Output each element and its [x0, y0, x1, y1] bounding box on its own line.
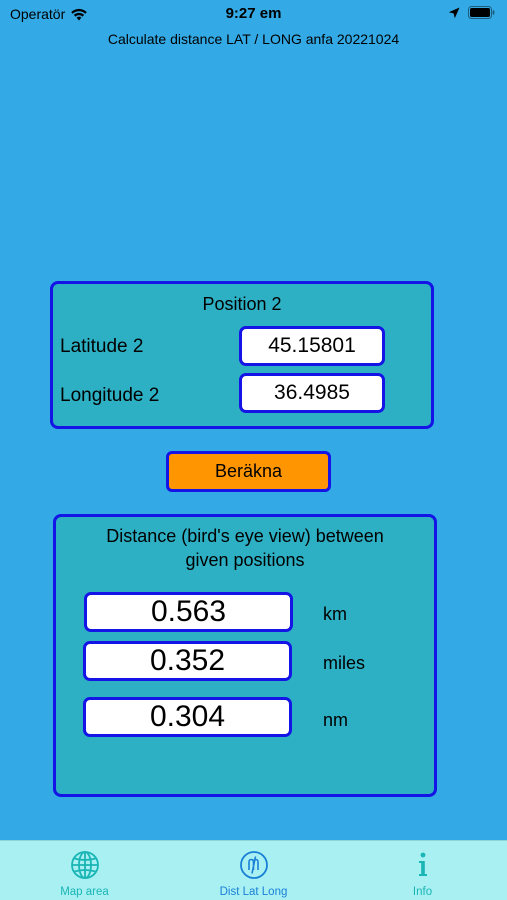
distance-heading-line2: given positions: [185, 550, 305, 570]
app-title: Calculate distance LAT / LONG anfa 20221…: [107, 31, 400, 47]
latitude-2-input[interactable]: 45.15801: [239, 326, 385, 366]
distance-nm-value: 0.304: [83, 697, 292, 737]
distance-heading-line1: Distance (bird's eye view) between: [106, 526, 384, 546]
clock: 9:27 em: [225, 5, 282, 22]
tab-info-label: Info: [412, 886, 433, 898]
longitude-2-label: Longitude 2: [60, 385, 160, 406]
globe-icon: [70, 851, 99, 879]
distance-miles-value: 0.352: [83, 641, 292, 681]
calculate-button[interactable]: Beräkna: [166, 451, 331, 492]
tab-bar: Map area Dist Lat Long Info: [0, 840, 507, 900]
distance-heading: Distance (bird's eye view) between given…: [56, 524, 434, 572]
distance-panel: Distance (bird's eye view) between given…: [53, 514, 437, 797]
distance-km-value: 0.563: [84, 592, 293, 632]
tab-dist-lat-long-label: Dist Lat Long: [219, 886, 288, 898]
longitude-2-input[interactable]: 36.4985: [239, 373, 385, 413]
battery-icon: [468, 6, 495, 19]
position-2-panel: Position 2 Latitude 2 45.15801 Longitude…: [50, 281, 434, 429]
status-icons: [448, 6, 495, 19]
position-2-heading: Position 2: [202, 294, 282, 314]
distance-km-unit: km: [323, 604, 347, 624]
tab-map-area-label: Map area: [60, 886, 109, 898]
status-bar: Operatör 9:27 em: [0, 0, 507, 28]
location-arrow-icon: [448, 7, 460, 18]
info-icon: [418, 852, 427, 876]
tab-map-area[interactable]: Map area: [0, 841, 169, 900]
tab-info[interactable]: Info: [338, 841, 507, 900]
distance-miles-unit: miles: [323, 653, 366, 673]
latitude-2-label: Latitude 2: [60, 336, 144, 357]
distance-nm-unit: nm: [323, 710, 349, 730]
tab-dist-lat-long[interactable]: Dist Lat Long: [169, 841, 338, 900]
dist-icon: [239, 851, 268, 879]
